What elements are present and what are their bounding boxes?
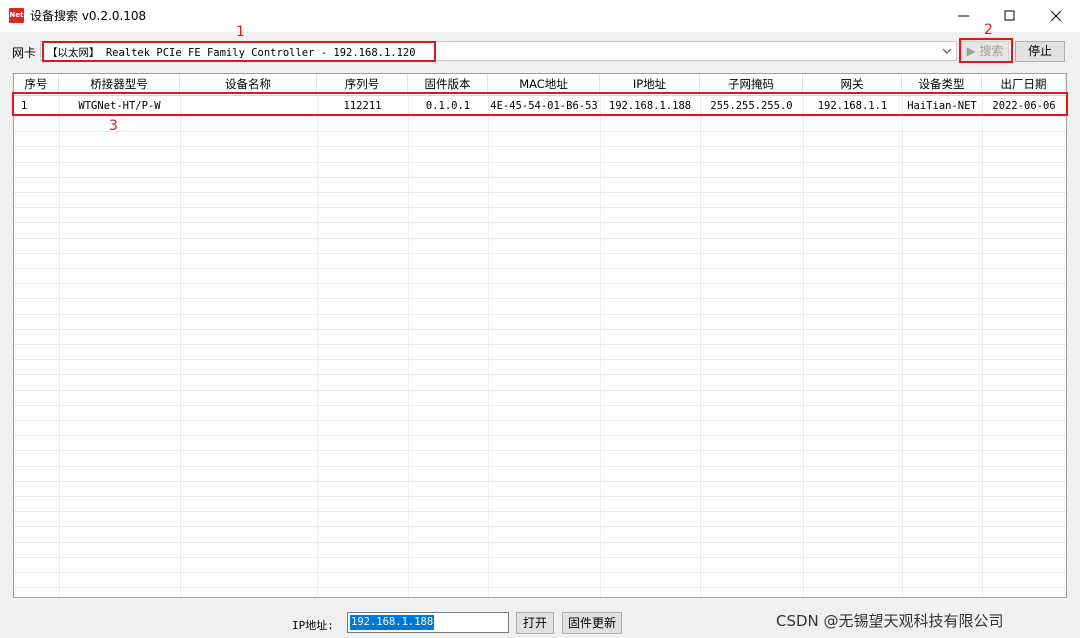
grid-row-line xyxy=(14,329,1066,330)
grid-column-line xyxy=(600,95,601,597)
grid-row-line xyxy=(14,253,1066,254)
close-button[interactable] xyxy=(1033,0,1079,32)
grid-row-line xyxy=(14,405,1066,406)
grid-column-line xyxy=(408,95,409,597)
annotation-label-1: 1 xyxy=(236,24,245,40)
grid-column-line xyxy=(317,95,318,597)
grid-row-line xyxy=(14,238,1066,239)
minimize-button[interactable] xyxy=(941,0,987,32)
grid-row-line xyxy=(14,526,1066,527)
maximize-icon xyxy=(1004,10,1015,21)
grid-column-line xyxy=(180,95,181,597)
device-table[interactable]: 序号 桥接器型号 设备名称 序列号 固件版本 MAC地址 IP地址 子网掩码 网关 设备类型 出厂日… xyxy=(13,73,1067,598)
grid-row-line xyxy=(14,283,1066,284)
grid-row-line xyxy=(14,435,1066,436)
grid-row-line xyxy=(14,207,1066,208)
grid-column-line xyxy=(59,95,60,597)
annotation-box-search xyxy=(959,38,1013,63)
grid-row-line xyxy=(14,587,1066,588)
window-title: 设备搜索 v0.2.0.108 xyxy=(30,9,147,23)
grid-row-line xyxy=(14,481,1066,482)
maximize-button[interactable] xyxy=(987,0,1033,32)
ip-address-value: 192.168.1.188 xyxy=(350,615,435,630)
grid-column-line xyxy=(488,95,489,597)
grid-row-line xyxy=(14,162,1066,163)
open-button[interactable]: 打开 xyxy=(516,612,554,634)
grid-row-line xyxy=(14,420,1066,421)
nic-label: 网卡 xyxy=(12,46,37,60)
grid-column-line xyxy=(982,95,983,597)
grid-column-line xyxy=(803,95,804,597)
stop-button[interactable]: 停止 xyxy=(1015,41,1065,62)
grid-row-line xyxy=(14,557,1066,558)
close-icon xyxy=(1050,10,1062,22)
annotation-label-2: 2 xyxy=(984,22,993,38)
grid-row-line xyxy=(14,572,1066,573)
grid-row-line xyxy=(14,192,1066,193)
grid-row-line xyxy=(14,268,1066,269)
grid-row-line xyxy=(14,146,1066,147)
grid-row-line xyxy=(14,374,1066,375)
grid-row-line xyxy=(14,116,1066,117)
grid-row-line xyxy=(14,177,1066,178)
grid-row-line xyxy=(14,344,1066,345)
grid-row-line xyxy=(14,542,1066,543)
grid-row-line xyxy=(14,298,1066,299)
chevron-down-icon xyxy=(942,48,952,54)
grid-row-line xyxy=(14,314,1066,315)
grid-row-line xyxy=(14,511,1066,512)
firmware-update-button[interactable]: 固件更新 xyxy=(562,612,622,634)
annotation-box-row xyxy=(12,92,1068,116)
grid-row-line xyxy=(14,466,1066,467)
grid-row-line xyxy=(14,390,1066,391)
grid-row-line xyxy=(14,359,1066,360)
ip-address-input[interactable]: 192.168.1.188 xyxy=(347,612,509,633)
grid-column-line xyxy=(902,95,903,597)
app-icon: Net xyxy=(9,8,24,23)
grid-row-line xyxy=(14,450,1066,451)
minimize-icon xyxy=(958,15,969,17)
title-bar: Net 设备搜索 v0.2.0.108 xyxy=(0,0,1080,32)
grid-row-line xyxy=(14,131,1066,132)
annotation-box-nic xyxy=(42,41,436,62)
grid-column-line xyxy=(700,95,701,597)
ip-address-label: IP地址: xyxy=(292,619,334,632)
annotation-label-3: 3 xyxy=(109,118,118,134)
grid-row-line xyxy=(14,496,1066,497)
watermark: CSDN @无锡望天观科技有限公司 xyxy=(776,612,1004,630)
grid-row-line xyxy=(14,222,1066,223)
